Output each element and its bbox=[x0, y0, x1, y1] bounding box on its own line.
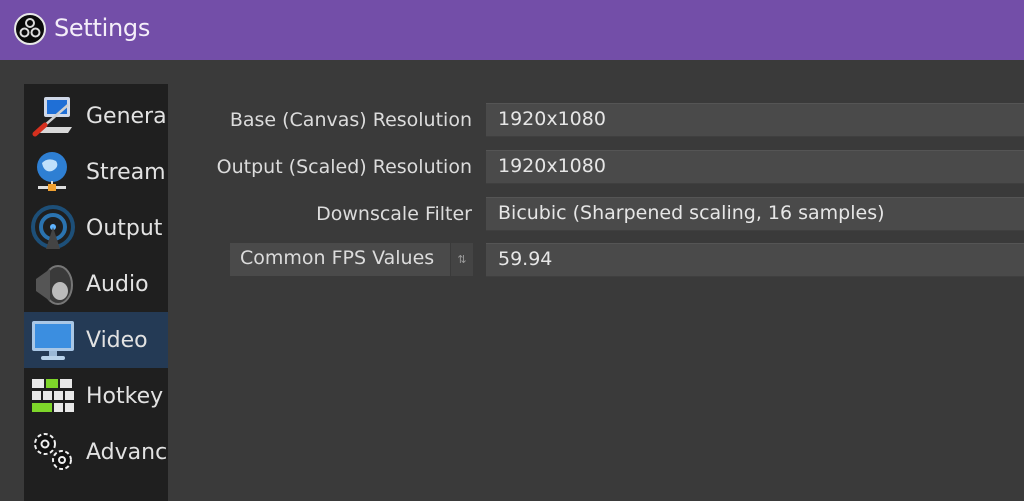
title-bar: Settings bbox=[0, 0, 1024, 60]
output-resolution-value: 1920x1080 bbox=[498, 155, 606, 177]
output-resolution-label: Output (Scaled) Resolution bbox=[216, 156, 472, 178]
sidebar-item-label: Stream bbox=[86, 159, 166, 185]
advanced-gears-icon bbox=[34, 433, 72, 470]
fps-value: 59.94 bbox=[498, 248, 553, 270]
sidebar-item-advanced[interactable]: Advanc bbox=[24, 424, 168, 480]
output-antenna-icon bbox=[31, 205, 75, 249]
sidebar-item-video[interactable]: Video bbox=[24, 312, 168, 368]
base-resolution-label: Base (Canvas) Resolution bbox=[229, 109, 472, 131]
downscale-filter-select[interactable]: Bicubic (Sharpened scaling, 16 samples) bbox=[486, 197, 1024, 231]
obs-logo-icon bbox=[14, 13, 46, 45]
fps-type-select[interactable]: Common FPS Values ⇅ bbox=[230, 243, 473, 276]
fps-value-combo[interactable]: 59.94 bbox=[486, 243, 1024, 277]
sidebar-item-audio[interactable]: Audio bbox=[24, 256, 168, 312]
sidebar-item-label: Audio bbox=[86, 271, 149, 297]
base-resolution-value: 1920x1080 bbox=[498, 108, 606, 130]
sidebar-item-output[interactable]: Output bbox=[24, 200, 168, 256]
sidebar-item-label: Genera bbox=[86, 103, 167, 129]
settings-sidebar: Genera Stream Output Audio Video Hotkey … bbox=[24, 84, 168, 501]
sidebar-item-label: Advanc bbox=[86, 439, 168, 465]
general-monitor-wrench-icon bbox=[32, 97, 72, 137]
audio-speaker-icon bbox=[36, 265, 73, 305]
output-resolution-combo[interactable]: 1920x1080 bbox=[486, 150, 1024, 184]
sidebar-item-label: Video bbox=[86, 327, 148, 353]
stream-globe-icon bbox=[37, 152, 67, 191]
up-down-chevron-icon[interactable]: ⇅ bbox=[450, 243, 473, 276]
downscale-filter-value: Bicubic (Sharpened scaling, 16 samples) bbox=[498, 202, 885, 224]
window-title: Settings bbox=[54, 14, 151, 42]
hotkeys-keyboard-icon bbox=[32, 379, 74, 412]
base-resolution-combo[interactable]: 1920x1080 bbox=[486, 103, 1024, 137]
sidebar-item-general[interactable]: Genera bbox=[24, 88, 168, 144]
downscale-filter-label: Downscale Filter bbox=[316, 203, 472, 225]
sidebar-item-stream[interactable]: Stream bbox=[24, 144, 168, 200]
sidebar-item-hotkeys[interactable]: Hotkey bbox=[24, 368, 168, 424]
video-monitor-icon bbox=[32, 321, 74, 360]
fps-type-label: Common FPS Values bbox=[240, 247, 435, 269]
sidebar-item-label: Output bbox=[86, 215, 163, 241]
sidebar-item-label: Hotkey bbox=[86, 383, 164, 409]
